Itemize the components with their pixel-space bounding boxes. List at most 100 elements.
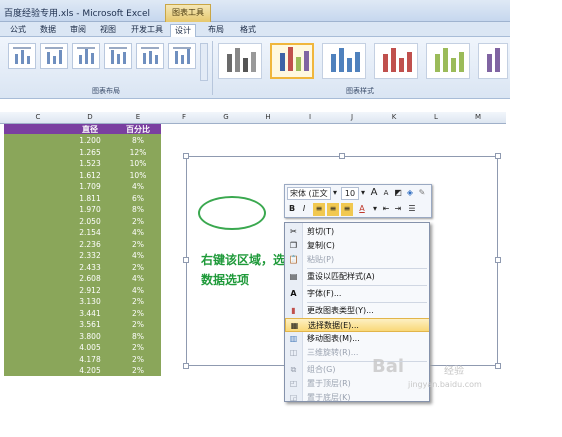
chart-layout-3[interactable] <box>72 43 100 69</box>
cell-percentage[interactable]: 2% <box>118 263 158 272</box>
cell-percentage[interactable]: 8% <box>118 332 158 341</box>
fill-color-icon[interactable]: ◈ <box>405 187 415 200</box>
chart-layout-4[interactable] <box>104 43 132 69</box>
cell-diameter[interactable]: 3.441 <box>70 309 110 318</box>
chart-style-4[interactable] <box>374 43 418 79</box>
column-header-f[interactable]: F <box>164 113 204 121</box>
table-row[interactable]: 2.050 2% <box>4 217 161 228</box>
tab-format[interactable]: 格式 <box>236 24 260 37</box>
cell-percentage[interactable]: 2% <box>118 366 158 375</box>
table-row[interactable]: 4.205 2% <box>4 366 161 377</box>
table-row[interactable]: 1.523 10% <box>4 159 161 170</box>
cell-diameter[interactable]: 1.612 <box>70 171 110 180</box>
cell-percentage[interactable]: 4% <box>118 274 158 283</box>
cell-percentage[interactable]: 12% <box>118 148 158 157</box>
cell-percentage[interactable]: 8% <box>118 205 158 214</box>
column-header-h[interactable]: H <box>248 113 288 121</box>
cell-percentage[interactable]: 4% <box>118 228 158 237</box>
table-row[interactable]: 1.970 8% <box>4 205 161 216</box>
menu-item-reset-style[interactable]: ▤ 重设以匹配样式(A) <box>285 270 429 284</box>
table-row[interactable]: 2.236 2% <box>4 240 161 251</box>
tab-formulas[interactable]: 公式 <box>6 24 30 37</box>
resize-handle[interactable] <box>495 363 501 369</box>
data-range[interactable]: 1.200 8% 1.265 12% 1.523 10% 1.612 10% 1.709… <box>4 134 161 376</box>
cell-diameter[interactable]: 2.433 <box>70 263 110 272</box>
cell-diameter[interactable]: 1.811 <box>70 194 110 203</box>
column-header-d[interactable]: D <box>70 113 110 121</box>
cell-percentage[interactable]: 4% <box>118 251 158 260</box>
cell-diameter[interactable]: 3.130 <box>70 297 110 306</box>
table-row[interactable]: 1.200 8% <box>4 136 161 147</box>
chart-style-1[interactable] <box>218 43 262 79</box>
chart-layout-6[interactable] <box>168 43 196 69</box>
cell-percentage[interactable]: 4% <box>118 286 158 295</box>
italic-button[interactable]: I <box>299 203 309 216</box>
menu-item-cut[interactable]: ✂ 剪切(T) <box>285 225 429 239</box>
cell-diameter[interactable]: 2.154 <box>70 228 110 237</box>
align-right-icon[interactable]: ≡ <box>341 203 353 216</box>
table-row[interactable]: 2.154 4% <box>4 228 161 239</box>
cell-diameter[interactable]: 2.608 <box>70 274 110 283</box>
chart-layout-5[interactable] <box>136 43 164 69</box>
chevron-down-icon[interactable]: ▾ <box>371 203 379 216</box>
chevron-down-icon[interactable]: ▾ <box>331 187 339 200</box>
tab-data[interactable]: 数据 <box>36 24 60 37</box>
menu-item-group[interactable]: ⧉ 组合(G) <box>285 363 429 377</box>
cell-percentage[interactable]: 4% <box>118 182 158 191</box>
cell-diameter[interactable]: 3.800 <box>70 332 110 341</box>
resize-handle[interactable] <box>495 153 501 159</box>
resize-handle[interactable] <box>183 363 189 369</box>
table-row[interactable]: 1.612 10% <box>4 171 161 182</box>
column-header-g[interactable]: G <box>206 113 246 121</box>
table-row[interactable]: 4.178 2% <box>4 355 161 366</box>
menu-item-send-to-back[interactable]: ◲ 置于底层(K) <box>285 391 429 401</box>
tab-developer[interactable]: 开发工具 <box>127 24 167 37</box>
table-row[interactable]: 1.709 4% <box>4 182 161 193</box>
menu-item-copy[interactable]: ❐ 复制(C) <box>285 239 429 253</box>
highlight-icon[interactable]: ◩ <box>393 187 403 200</box>
resize-handle[interactable] <box>495 257 501 263</box>
table-row[interactable]: 4.005 2% <box>4 343 161 354</box>
cell-diameter[interactable]: 1.523 <box>70 159 110 168</box>
table-row[interactable]: 3.561 2% <box>4 320 161 331</box>
cell-diameter[interactable]: 2.332 <box>70 251 110 260</box>
column-header-c[interactable]: C <box>18 113 58 121</box>
menu-item-select-data[interactable]: ▦ 选择数据(E)... <box>285 318 429 332</box>
cell-diameter[interactable]: 4.005 <box>70 343 110 352</box>
cell-diameter[interactable]: 3.561 <box>70 320 110 329</box>
cell-percentage[interactable]: 2% <box>118 320 158 329</box>
table-row[interactable]: 3.441 2% <box>4 309 161 320</box>
tab-view[interactable]: 视图 <box>96 24 120 37</box>
menu-item-3d-rotation[interactable]: ◫ 三维旋转(R)... <box>285 346 429 360</box>
chevron-down-icon[interactable]: ▾ <box>359 187 367 200</box>
font-name-select[interactable]: 宋体 (正文 <box>287 187 331 200</box>
cell-percentage[interactable]: 2% <box>118 240 158 249</box>
cell-percentage[interactable]: 2% <box>118 355 158 364</box>
chart-style-2-selected[interactable] <box>270 43 314 79</box>
chart-style-3[interactable] <box>322 43 366 79</box>
cell-percentage[interactable]: 2% <box>118 309 158 318</box>
menu-item-move-chart[interactable]: ▥ 移动图表(M)... <box>285 332 429 346</box>
column-header-m[interactable]: M <box>458 113 498 121</box>
column-header-k[interactable]: K <box>374 113 414 121</box>
tab-layout[interactable]: 布局 <box>204 24 228 37</box>
cell-percentage[interactable]: 2% <box>118 297 158 306</box>
cell-diameter[interactable]: 1.265 <box>70 148 110 157</box>
chart-layout-2[interactable] <box>40 43 68 69</box>
chart-layout-1[interactable] <box>8 43 36 69</box>
menu-item-font[interactable]: A 字体(F)... <box>285 287 429 301</box>
layout-gallery-scroll[interactable] <box>200 43 208 81</box>
cell-percentage[interactable]: 8% <box>118 136 158 145</box>
resize-handle[interactable] <box>183 257 189 263</box>
tab-design[interactable]: 设计 <box>170 24 196 37</box>
menu-item-paste[interactable]: 📋 粘贴(P) <box>285 253 429 267</box>
align-center-icon[interactable]: ≡ <box>327 203 339 216</box>
cell-diameter[interactable]: 4.205 <box>70 366 110 375</box>
column-header-i[interactable]: I <box>290 113 330 121</box>
cell-diameter[interactable]: 2.236 <box>70 240 110 249</box>
column-header-l[interactable]: L <box>416 113 456 121</box>
font-size-select[interactable]: 10 <box>341 187 359 200</box>
menu-item-change-chart-type[interactable]: ▮ 更改图表类型(Y)... <box>285 304 429 318</box>
bullets-icon[interactable]: ☰ <box>407 203 417 216</box>
table-row[interactable]: 2.608 4% <box>4 274 161 285</box>
